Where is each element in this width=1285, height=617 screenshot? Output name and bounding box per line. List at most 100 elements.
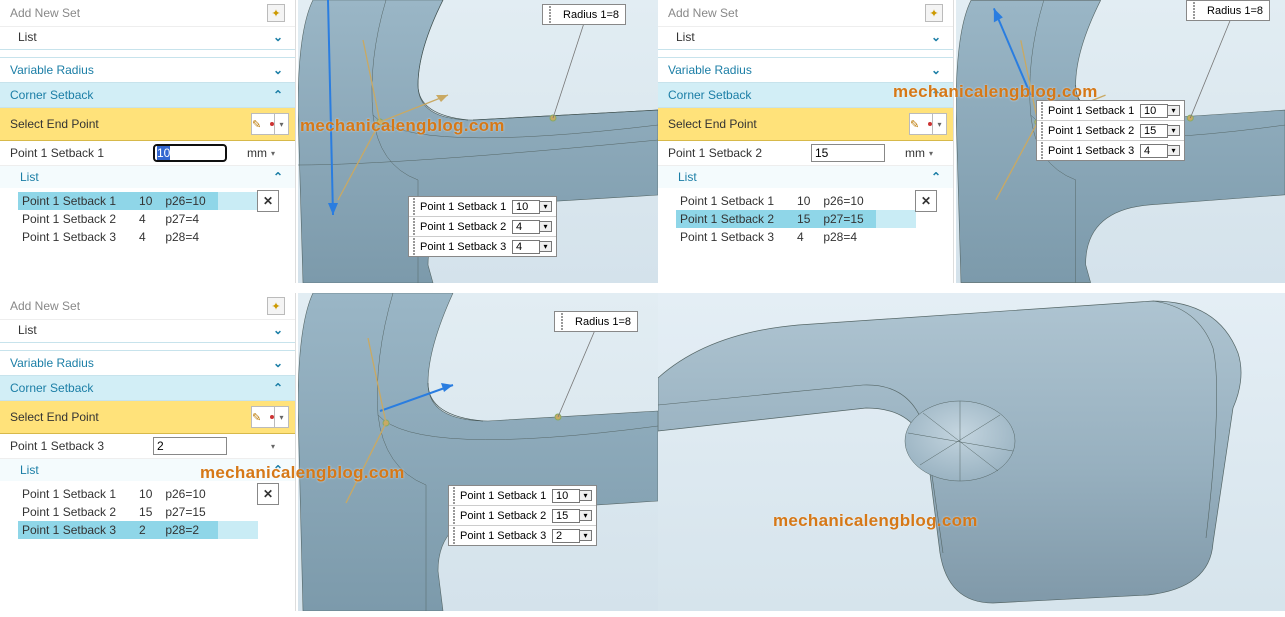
radius-callout[interactable]: Radius 1=8: [542, 4, 626, 25]
radius-callout[interactable]: Radius 1=8: [554, 311, 638, 332]
callout-row[interactable]: Point 1 Setback 32▾: [449, 526, 596, 545]
chevron-down-icon: ⌄: [271, 30, 285, 44]
setback-table[interactable]: Point 1 Setback 110p26=10Point 1 Setback…: [18, 485, 258, 539]
tool-dropdown-button[interactable]: ▾: [933, 113, 947, 135]
select-end-point-row[interactable]: Select End Point ✎ ▾: [0, 108, 295, 141]
setback-table[interactable]: Point 1 Setback 110p26=10Point 1 Setback…: [676, 192, 916, 246]
callout-dropdown[interactable]: ▾: [1168, 125, 1180, 136]
drag-handle-icon[interactable]: [1041, 122, 1043, 139]
model-3d: [658, 293, 1285, 611]
callout-dropdown[interactable]: ▾: [580, 490, 592, 501]
callout-value[interactable]: 4: [512, 220, 540, 234]
select-end-point-row[interactable]: Select End Point ✎ ▾: [658, 108, 953, 141]
callout-dropdown[interactable]: ▾: [540, 241, 552, 252]
callout-value[interactable]: 2: [552, 529, 580, 543]
point-tool-button[interactable]: ✎: [251, 406, 275, 428]
unit-dropdown[interactable]: ▾: [271, 149, 285, 158]
callout-row[interactable]: Point 1 Setback 110▾: [1037, 101, 1184, 121]
unit-dropdown[interactable]: ▾: [929, 149, 943, 158]
unit-dropdown[interactable]: ▾: [271, 442, 285, 451]
callout-value[interactable]: 15: [552, 509, 580, 523]
callout-value[interactable]: 10: [552, 489, 580, 503]
delete-row-button[interactable]: ✕: [257, 190, 279, 212]
drag-handle-icon[interactable]: [1193, 2, 1203, 19]
variable-radius-section[interactable]: Variable Radius⌄: [0, 58, 295, 83]
corner-setback-section[interactable]: Corner Setback⌃: [0, 83, 295, 108]
drag-handle-icon[interactable]: [1041, 102, 1043, 119]
table-row[interactable]: Point 1 Setback 215p27=15: [18, 503, 258, 521]
table-row[interactable]: Point 1 Setback 110p26=10: [18, 485, 258, 503]
callout-dropdown[interactable]: ▾: [540, 221, 552, 232]
pen-icon: ✎: [252, 411, 268, 424]
variable-radius-section[interactable]: Variable Radius⌄: [658, 58, 953, 83]
callout-dropdown[interactable]: ▾: [540, 201, 552, 212]
callout-value[interactable]: 4: [1140, 144, 1168, 158]
setback-callout[interactable]: Point 1 Setback 110▾Point 1 Setback 24▾P…: [408, 196, 557, 257]
callout-row[interactable]: Point 1 Setback 215▾: [449, 506, 596, 526]
table-row[interactable]: Point 1 Setback 110p26=10: [676, 192, 916, 210]
setback-table[interactable]: Point 1 Setback 110p26=10Point 1 Setback…: [18, 192, 258, 246]
callout-dropdown[interactable]: ▾: [1168, 105, 1180, 116]
callout-row[interactable]: Point 1 Setback 110▾: [449, 486, 596, 506]
delete-row-button[interactable]: ✕: [257, 483, 279, 505]
table-row[interactable]: Point 1 Setback 24p27=4: [18, 210, 258, 228]
drag-handle-icon[interactable]: [549, 6, 559, 23]
drag-handle-icon[interactable]: [453, 507, 455, 524]
model-viewport[interactable]: Radius 1=8 Point 1 Setback 110▾Point 1 S…: [298, 293, 658, 611]
callout-dropdown[interactable]: ▾: [580, 510, 592, 521]
point-tool-button[interactable]: ✎: [251, 113, 275, 135]
callout-row[interactable]: Point 1 Setback 110▾: [409, 197, 556, 217]
callout-value[interactable]: 10: [512, 200, 540, 214]
tool-dropdown-button[interactable]: ▾: [275, 406, 289, 428]
list-header[interactable]: List⌃: [0, 166, 295, 188]
callout-dropdown[interactable]: ▾: [580, 530, 592, 541]
table-row[interactable]: Point 1 Setback 215p27=15: [676, 210, 916, 228]
corner-setback-section[interactable]: Corner Setback⌃: [0, 376, 295, 401]
add-new-set-label: Add New Set: [668, 6, 738, 20]
model-viewport[interactable]: Radius 1=8 Point 1 Setback 110▾Point 1 S…: [956, 0, 1285, 283]
drag-handle-icon[interactable]: [453, 487, 455, 504]
delete-row-button[interactable]: ✕: [915, 190, 937, 212]
drag-handle-icon[interactable]: [1041, 142, 1043, 159]
variable-radius-section[interactable]: Variable Radius⌄: [0, 351, 295, 376]
tool-dropdown-button[interactable]: ▾: [275, 113, 289, 135]
table-row[interactable]: Point 1 Setback 34p28=4: [18, 228, 258, 246]
add-set-icon[interactable]: ✦: [925, 4, 943, 22]
setback-callout[interactable]: Point 1 Setback 110▾Point 1 Setback 215▾…: [448, 485, 597, 546]
add-set-icon[interactable]: ✦: [267, 297, 285, 315]
param-value-input[interactable]: [811, 144, 885, 162]
callout-row[interactable]: Point 1 Setback 24▾: [409, 217, 556, 237]
add-new-set-row[interactable]: Add New Set ✦: [658, 0, 953, 27]
drag-handle-icon[interactable]: [413, 218, 415, 235]
drag-handle-icon[interactable]: [413, 198, 415, 215]
model-viewport[interactable]: Radius 1=8 Point 1 Setback 110▾Point 1 S…: [298, 0, 658, 283]
callout-row[interactable]: Point 1 Setback 34▾: [1037, 141, 1184, 160]
list-dropdown[interactable]: List⌄: [0, 27, 295, 50]
param-value-input[interactable]: [153, 437, 227, 455]
callout-value[interactable]: 4: [512, 240, 540, 254]
callout-row[interactable]: Point 1 Setback 34▾: [409, 237, 556, 256]
callout-value[interactable]: 15: [1140, 124, 1168, 138]
table-row[interactable]: Point 1 Setback 34p28=4: [676, 228, 916, 246]
drag-handle-icon[interactable]: [453, 527, 455, 544]
param-value-input[interactable]: [153, 144, 227, 162]
point-tool-button[interactable]: ✎: [909, 113, 933, 135]
add-new-set-row[interactable]: Add New Set ✦: [0, 293, 295, 320]
select-end-point-row[interactable]: Select End Point ✎ ▾: [0, 401, 295, 434]
add-new-set-row[interactable]: Add New Set ✦: [0, 0, 295, 27]
callout-row[interactable]: Point 1 Setback 215▾: [1037, 121, 1184, 141]
add-set-icon[interactable]: ✦: [267, 4, 285, 22]
list-header[interactable]: List⌃: [658, 166, 953, 188]
drag-handle-icon[interactable]: [413, 238, 415, 255]
table-row[interactable]: Point 1 Setback 32p28=2: [18, 521, 258, 539]
list-dropdown[interactable]: List⌄: [658, 27, 953, 50]
callout-dropdown[interactable]: ▾: [1168, 145, 1180, 156]
radius-callout[interactable]: Radius 1=8: [1186, 0, 1270, 21]
list-dropdown[interactable]: List⌄: [0, 320, 295, 343]
drag-handle-icon[interactable]: [561, 313, 571, 330]
setback-callout[interactable]: Point 1 Setback 110▾Point 1 Setback 215▾…: [1036, 100, 1185, 161]
model-viewport[interactable]: [658, 293, 1285, 611]
callout-value[interactable]: 10: [1140, 104, 1168, 118]
table-row[interactable]: Point 1 Setback 110p26=10: [18, 192, 258, 210]
add-new-set-label: Add New Set: [10, 299, 80, 313]
